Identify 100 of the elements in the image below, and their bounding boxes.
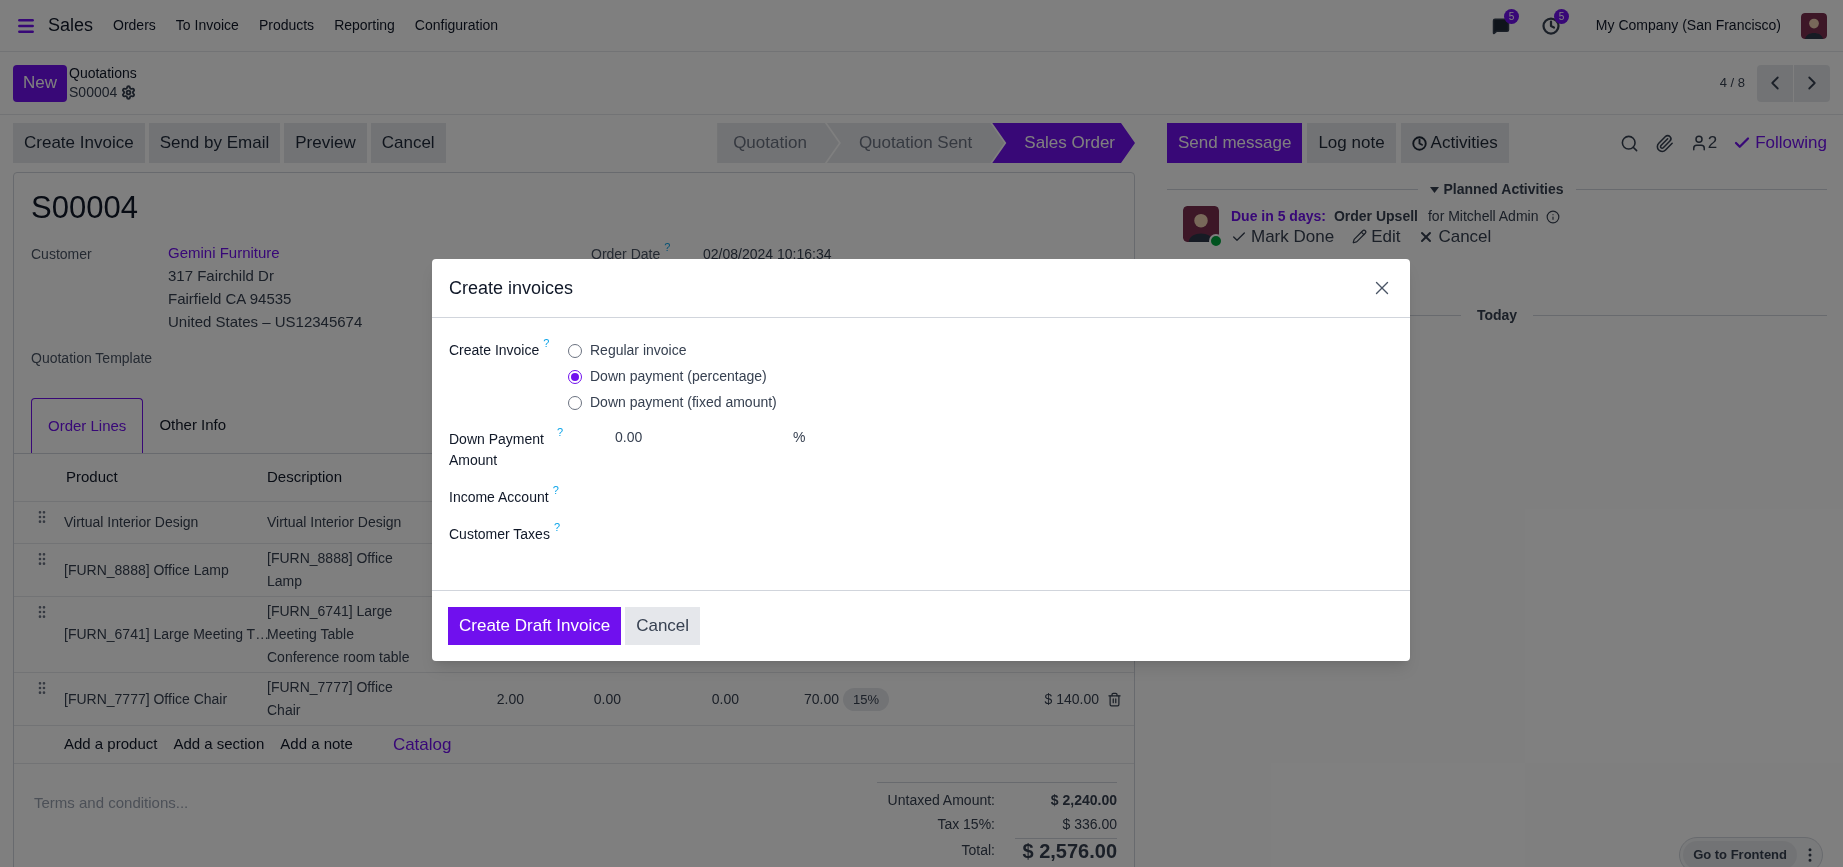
description-cell-text: [FURN_8888] Office Lamp bbox=[267, 549, 394, 591]
breadcrumb-link[interactable]: Quotations bbox=[69, 64, 137, 83]
total-label: Tax 15%: bbox=[936, 815, 995, 834]
tax-tag: 15% bbox=[843, 687, 890, 711]
activity-count-badge: 5 bbox=[1553, 8, 1570, 24]
total-label: Untaxed Amount: bbox=[886, 791, 995, 810]
chat-icon[interactable] bbox=[1491, 16, 1510, 35]
product-cell-text: [FURN_8888] Office Lamp bbox=[63, 560, 230, 580]
field-label: Order Date bbox=[591, 244, 661, 264]
subtotal-cell-text: $ 140.00 bbox=[1043, 689, 1100, 709]
catalog-link[interactable]: Catalog bbox=[392, 731, 452, 758]
field-label: Create Invoice bbox=[449, 341, 540, 360]
action-button[interactable]: Cancel bbox=[370, 123, 446, 163]
dialog-button[interactable]: Cancel bbox=[625, 607, 701, 645]
field-label: Income Account bbox=[449, 488, 549, 507]
menu-item[interactable]: Reporting bbox=[334, 15, 395, 36]
total-value: $ 2,240.00 bbox=[1049, 791, 1117, 810]
chatter-button[interactable]: Send message bbox=[1167, 123, 1303, 163]
total-value: $ 2,576.00 bbox=[1015, 838, 1117, 863]
chatter-button[interactable]: Activities bbox=[1400, 123, 1509, 163]
activity-title: Order Upsell bbox=[1333, 207, 1418, 226]
field-label: Down Payment Amount bbox=[449, 430, 545, 470]
radio-label[interactable]: Regular invoice bbox=[590, 340, 687, 361]
status-stage[interactable]: Quotation Sent bbox=[826, 123, 1005, 163]
total-label: Total: bbox=[960, 840, 995, 860]
quantity-cell-text: 2.00 bbox=[495, 689, 525, 709]
record-title: S00004 bbox=[31, 189, 139, 227]
field-label: Quotation Template bbox=[31, 349, 153, 366]
description-cell-text: Virtual Interior Design bbox=[267, 513, 403, 532]
amount-field[interactable]: 0.00 bbox=[615, 427, 790, 448]
activity-assignee: for Mitchell Admin bbox=[1427, 207, 1539, 226]
info-icon[interactable] bbox=[1546, 209, 1561, 224]
dialog-title: Create invoices bbox=[449, 276, 574, 300]
dialog-button[interactable]: Create Draft Invoice bbox=[448, 607, 622, 645]
go-to-frontend-button[interactable]: Go to Frontend bbox=[1683, 841, 1797, 867]
add-line-link[interactable]: Add a product bbox=[64, 733, 158, 756]
field-label: Customer bbox=[31, 244, 93, 264]
next-button[interactable] bbox=[1794, 64, 1830, 102]
description-cell-text: [FURN_6741] Large Meeting Table Conference room table bbox=[267, 602, 411, 667]
online-status-icon bbox=[1209, 234, 1223, 248]
menu-item[interactable]: Products bbox=[258, 15, 315, 36]
status-stage[interactable]: Sales Order bbox=[992, 123, 1135, 163]
delete-icon[interactable] bbox=[1107, 691, 1122, 707]
help-mark[interactable]: ? bbox=[553, 521, 561, 533]
help-mark[interactable]: ? bbox=[664, 240, 671, 253]
address-line: Fairfield CA 94535 bbox=[168, 288, 293, 309]
status-stage[interactable]: Quotation bbox=[717, 123, 839, 163]
help-mark[interactable]: ? bbox=[552, 484, 559, 496]
previous-button[interactable] bbox=[1757, 64, 1793, 102]
unit-price-cell-text: 70.00 bbox=[802, 689, 840, 709]
help-mark[interactable]: ? bbox=[543, 337, 550, 349]
order-date-value: 02/08/2024 10:16:34 bbox=[703, 244, 832, 264]
followers-button[interactable]: 2 bbox=[1689, 130, 1718, 156]
total-value: $ 336.00 bbox=[1061, 815, 1117, 834]
action-button[interactable]: Preview bbox=[284, 123, 367, 163]
customer-link[interactable]: Gemini Furniture bbox=[168, 240, 363, 264]
help-mark[interactable]: ? bbox=[557, 426, 564, 438]
section-heading[interactable]: Planned Activities bbox=[1443, 179, 1564, 200]
search-icon[interactable] bbox=[1619, 133, 1639, 153]
field-label: Customer Taxes bbox=[449, 525, 550, 544]
clock-icon bbox=[1411, 135, 1427, 151]
description-cell-text: [FURN_7777] Office Chair bbox=[267, 678, 394, 720]
chatter-button[interactable]: Log note bbox=[1307, 123, 1396, 163]
activity-action[interactable]: Cancel bbox=[1418, 224, 1492, 250]
due-label: Due in 5 days: bbox=[1231, 207, 1326, 226]
date-separator: Today bbox=[1476, 305, 1518, 325]
message-count-badge: 5 bbox=[1503, 8, 1520, 24]
record-name: S00004 bbox=[69, 83, 118, 102]
following-button[interactable]: Following bbox=[1733, 130, 1827, 156]
radio-label[interactable]: Down payment (fixed amount) bbox=[590, 392, 777, 413]
action-button[interactable]: Send by Email bbox=[148, 123, 281, 163]
column-header[interactable]: Product bbox=[51, 466, 267, 489]
form-tab[interactable]: Order Lines bbox=[31, 398, 144, 453]
new-button[interactable]: New bbox=[13, 64, 67, 102]
user-avatar bbox=[1183, 206, 1219, 242]
add-line-link[interactable]: Add a section bbox=[173, 733, 265, 756]
activity-action[interactable]: Mark Done bbox=[1231, 224, 1335, 250]
menu-item[interactable]: Orders bbox=[113, 15, 156, 36]
settings-icon[interactable] bbox=[121, 85, 137, 100]
menu-item[interactable]: Configuration bbox=[414, 15, 499, 36]
invoiced-cell-text: 0.00 bbox=[710, 689, 740, 709]
activity-action[interactable]: Edit bbox=[1352, 224, 1401, 250]
pager-value[interactable]: 4 / 8 bbox=[1719, 73, 1745, 93]
add-line-link[interactable]: Add a note bbox=[280, 733, 353, 756]
paperclip-icon[interactable] bbox=[1654, 133, 1674, 153]
app-name[interactable]: Sales bbox=[48, 12, 94, 39]
address-line: 317 Fairchild Dr bbox=[168, 265, 275, 286]
menu-item[interactable]: To Invoice bbox=[175, 15, 239, 36]
company-name[interactable]: My Company (San Francisco) bbox=[1595, 15, 1781, 36]
user-avatar bbox=[1801, 12, 1827, 39]
product-cell-text: Virtual Interior Design bbox=[63, 513, 200, 532]
address-line: United States – US12345674 bbox=[168, 311, 363, 332]
form-tab[interactable]: Other Info bbox=[143, 398, 243, 453]
radio-label[interactable]: Down payment (percentage) bbox=[590, 366, 767, 387]
pencil-icon bbox=[1352, 229, 1368, 245]
product-cell-text: [FURN_7777] Office Chair bbox=[63, 689, 229, 709]
clock-icon[interactable] bbox=[1541, 16, 1560, 35]
delivered-cell-text: 0.00 bbox=[592, 689, 622, 709]
action-button[interactable]: Create Invoice bbox=[13, 123, 145, 163]
caret-icon bbox=[1430, 186, 1440, 193]
